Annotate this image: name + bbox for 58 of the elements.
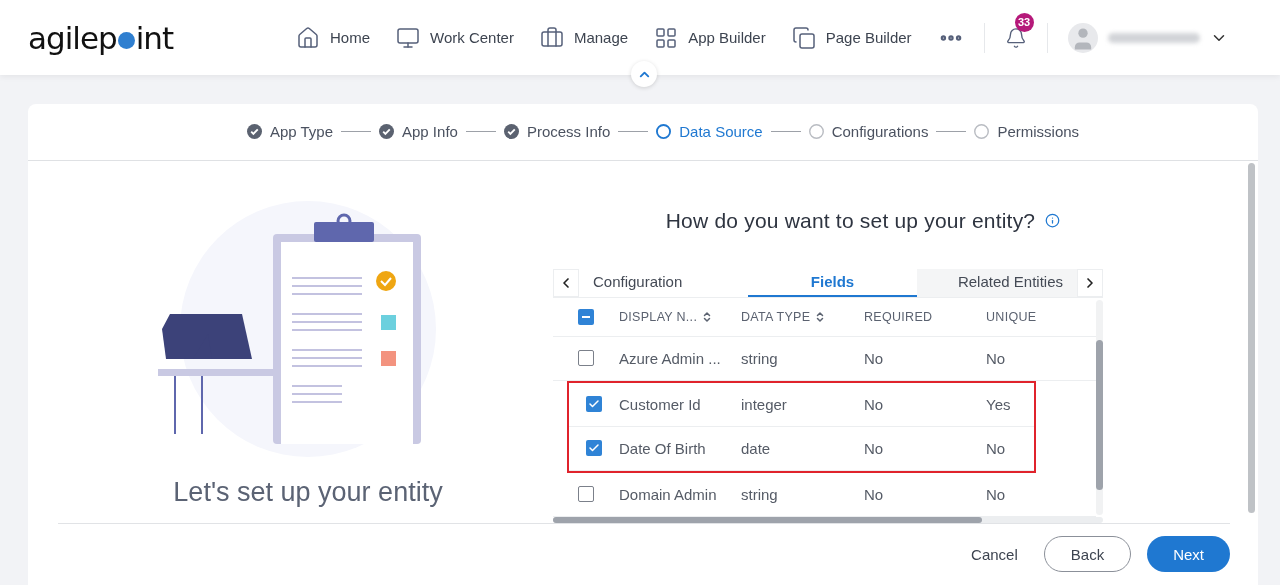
table-cell-text: No [864, 439, 885, 457]
column-header[interactable]: DISPLAY N... [619, 309, 698, 324]
column-header: UNIQUE [986, 309, 1037, 324]
page-scrollbar[interactable] [1248, 162, 1255, 513]
avatar[interactable] [1067, 22, 1098, 53]
table-cell-text: Date Of Birth [619, 439, 707, 457]
row-checkbox[interactable] [578, 350, 594, 367]
horizontal-scrollbar[interactable] [553, 516, 1103, 523]
notification-count: 33 [1014, 12, 1034, 32]
nav-link[interactable]: Manage [539, 25, 629, 50]
tab-scroll-right[interactable] [1077, 268, 1103, 297]
wizard-step[interactable]: Data Source [679, 123, 763, 141]
minus-icon [582, 315, 590, 318]
agilepoint-logo: agilep int [28, 19, 175, 56]
wizard-step[interactable]: Permissions [997, 123, 1080, 141]
table-cell-text: string [741, 349, 779, 367]
monitor-icon [396, 25, 420, 50]
copy-icon [791, 25, 816, 50]
table-cell-text: integer [741, 395, 788, 413]
table-cell-text: Customer Id [619, 395, 702, 413]
wizard-step[interactable]: Process Info [526, 123, 611, 141]
nav-link[interactable]: Page Builder [791, 25, 912, 50]
bell-icon[interactable] [1004, 26, 1027, 49]
nav-link[interactable]: App Builder [654, 25, 766, 50]
grid-icon [654, 25, 679, 50]
wizard-step[interactable]: Configurations [831, 123, 929, 141]
info-icon[interactable] [1045, 213, 1061, 229]
column-header[interactable]: DATA TYPE [741, 309, 811, 324]
select-all-checkbox[interactable] [578, 308, 594, 325]
table-cell-text: Azure Admin ... [619, 349, 722, 367]
table-cell-text: Domain Admin [619, 485, 718, 503]
table-cell-text: date [741, 439, 772, 457]
table-cell-text: No [864, 485, 885, 503]
table-cell-text: No [986, 485, 1007, 503]
table-cell-text: Yes [986, 395, 1012, 413]
column-header: REQUIRED [864, 309, 933, 324]
row-checkbox[interactable] [586, 440, 602, 457]
row-checkbox[interactable] [586, 396, 602, 413]
vertical-scrollbar[interactable] [1096, 299, 1103, 515]
question-title: How do you want to set up your entity? [665, 208, 1036, 233]
outline-button[interactable]: Back [1043, 536, 1132, 573]
wizard-step[interactable]: App Type [269, 123, 333, 141]
nav-link[interactable]: Work Center [396, 25, 514, 50]
home-icon [296, 25, 320, 50]
nav-link[interactable]: Home [296, 25, 370, 50]
tab[interactable]: Related Entities [917, 268, 1077, 297]
collapse-button[interactable] [631, 61, 657, 87]
row-checkbox[interactable] [578, 486, 594, 503]
table-cell-text: string [741, 485, 779, 503]
wizard-step[interactable]: App Info [402, 123, 458, 141]
briefcase-icon [539, 25, 564, 50]
primary-button[interactable]: Next [1147, 536, 1230, 573]
illustration-caption: Let's set up your entity [173, 476, 443, 508]
tab-scroll-left[interactable] [553, 268, 579, 297]
table-cell-text: No [864, 395, 885, 413]
table-cell-text: No [864, 349, 885, 367]
table-cell-text: No [986, 349, 1007, 367]
table-cell-text: No [986, 439, 1007, 457]
